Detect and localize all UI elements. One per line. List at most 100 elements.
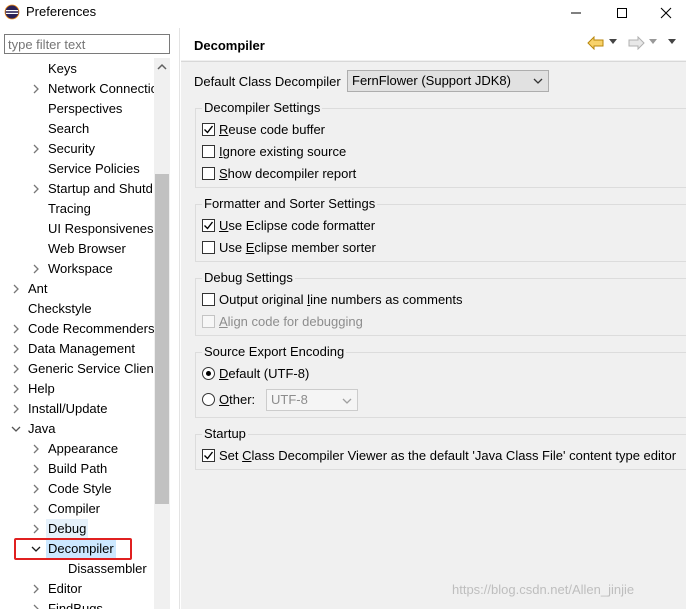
tree-item[interactable]: Debug bbox=[0, 519, 154, 539]
tree-item[interactable]: Service Policies bbox=[0, 159, 154, 179]
checkmark-icon bbox=[204, 221, 214, 230]
chevron-right-icon[interactable] bbox=[30, 503, 42, 515]
checkbox-checked[interactable] bbox=[202, 449, 215, 462]
radio-selected[interactable] bbox=[202, 367, 215, 380]
tree-item-label: FindBugs bbox=[48, 601, 103, 609]
forward-menu-chevron-down-icon[interactable] bbox=[649, 39, 657, 45]
chevron-down-icon bbox=[342, 398, 352, 404]
tree-item-label: Perspectives bbox=[48, 101, 123, 116]
forward-arrow-icon[interactable] bbox=[627, 36, 645, 50]
tree-item[interactable]: Code Style bbox=[0, 479, 154, 499]
tree-item[interactable]: Data Management bbox=[0, 339, 154, 359]
chevron-right-icon[interactable] bbox=[30, 483, 42, 495]
group-title: Formatter and Sorter Settings bbox=[202, 196, 378, 211]
tree-item[interactable]: Build Path bbox=[0, 459, 154, 479]
other-encoding-select: UTF-8 bbox=[266, 389, 358, 411]
tree-item[interactable]: Disassembler bbox=[0, 559, 154, 579]
source-export-encoding-group: Source Export Encoding Default (UTF-8) O… bbox=[195, 344, 686, 418]
checkbox-unchecked bbox=[202, 315, 215, 328]
tree-item[interactable]: Editor bbox=[0, 579, 154, 599]
tree-item[interactable]: Checkstyle bbox=[0, 299, 154, 319]
tree-item[interactable]: UI Responsiveness bbox=[0, 219, 154, 239]
pane-splitter[interactable] bbox=[179, 28, 180, 609]
checkbox-checked[interactable] bbox=[202, 123, 215, 136]
back-arrow-icon[interactable] bbox=[587, 36, 605, 50]
chevron-down-icon bbox=[533, 78, 543, 84]
chevron-right-icon[interactable] bbox=[10, 343, 22, 355]
tree-item-label: Compiler bbox=[48, 501, 101, 516]
filter-input[interactable] bbox=[4, 34, 170, 54]
preference-tree: Keys Network Connectio Perspectives Search S… bbox=[0, 58, 154, 609]
chevron-right-icon[interactable] bbox=[10, 363, 22, 375]
tree-item[interactable]: Code Recommenders bbox=[0, 319, 154, 339]
minimize-icon bbox=[571, 12, 581, 14]
default-encoding-label: Default (UTF-8) bbox=[219, 366, 310, 381]
tree-item[interactable]: Search bbox=[0, 119, 154, 139]
tree-scrollbar[interactable] bbox=[154, 58, 170, 609]
radio-unselected[interactable] bbox=[202, 393, 215, 406]
tree-item[interactable]: Compiler bbox=[0, 499, 154, 519]
scrollbar-thumb[interactable] bbox=[155, 174, 169, 504]
tree-item[interactable]: Help bbox=[0, 379, 154, 399]
tree-item-label: Appearance bbox=[48, 441, 119, 456]
checkbox-checked[interactable] bbox=[202, 219, 215, 232]
chevron-right-icon[interactable] bbox=[30, 583, 42, 595]
tree-item-label: Java bbox=[28, 421, 56, 436]
tree-item[interactable]: Install/Update bbox=[0, 399, 154, 419]
chevron-right-icon[interactable] bbox=[10, 323, 22, 335]
chevron-right-icon[interactable] bbox=[10, 403, 22, 415]
title-bar: Preferences bbox=[0, 0, 686, 26]
checkbox-unchecked[interactable] bbox=[202, 145, 215, 158]
default-decompiler-label: Default Class Decompiler bbox=[194, 74, 341, 89]
tree-item[interactable]: Perspectives bbox=[0, 99, 154, 119]
chevron-right-icon[interactable] bbox=[30, 183, 42, 195]
option-label: Ignore existing source bbox=[219, 144, 347, 159]
back-menu-chevron-down-icon[interactable] bbox=[609, 39, 617, 45]
default-viewer-label: Set Class Decompiler Viewer as the defau… bbox=[219, 448, 677, 463]
tree-item[interactable]: Appearance bbox=[0, 439, 154, 459]
checkbox-unchecked[interactable] bbox=[202, 167, 215, 180]
tree-item-label: Code Style bbox=[48, 481, 112, 496]
tree-item[interactable]: Network Connectio bbox=[0, 79, 154, 99]
chevron-right-icon[interactable] bbox=[10, 283, 22, 295]
view-menu-chevron-down-icon[interactable] bbox=[668, 39, 676, 45]
chevron-right-icon[interactable] bbox=[30, 263, 42, 275]
maximize-button[interactable] bbox=[600, 0, 644, 26]
tree-item-label: Web Browser bbox=[48, 241, 126, 256]
page-title: Decompiler bbox=[194, 38, 265, 53]
checkbox-unchecked[interactable] bbox=[202, 293, 215, 306]
tree-item[interactable]: Tracing bbox=[0, 199, 154, 219]
close-button[interactable] bbox=[644, 0, 686, 26]
tree-item[interactable]: Java bbox=[0, 419, 154, 439]
tree-item[interactable]: Web Browser bbox=[0, 239, 154, 259]
chevron-right-icon[interactable] bbox=[10, 383, 22, 395]
tree-item-label: Debug bbox=[46, 519, 89, 539]
tree-item[interactable]: Keys bbox=[0, 59, 154, 79]
formatter-sorter-group: Formatter and Sorter Settings Use Eclips… bbox=[195, 196, 686, 262]
tree-item[interactable]: Workspace bbox=[0, 259, 154, 279]
chevron-right-icon[interactable] bbox=[30, 523, 42, 535]
other-encoding-label: Other: bbox=[219, 392, 256, 407]
chevron-down-icon[interactable] bbox=[10, 423, 22, 435]
chevron-right-icon[interactable] bbox=[30, 443, 42, 455]
default-decompiler-select[interactable]: FernFlower (Support JDK8) bbox=[347, 70, 549, 92]
tree-item-label: Workspace bbox=[48, 261, 113, 276]
tree-item[interactable]: Ant bbox=[0, 279, 154, 299]
tree-item[interactable]: Security bbox=[0, 139, 154, 159]
chevron-right-icon[interactable] bbox=[30, 463, 42, 475]
tree-item-label: Service Policies bbox=[48, 161, 140, 176]
tree-item[interactable]: Startup and Shutd bbox=[0, 179, 154, 199]
checkbox-unchecked[interactable] bbox=[202, 241, 215, 254]
chevron-right-icon[interactable] bbox=[30, 143, 42, 155]
tree-item-label: Code Recommenders bbox=[28, 321, 154, 336]
scroll-up-arrow-icon[interactable] bbox=[157, 62, 167, 70]
option-label: Output original line numbers as comments bbox=[219, 292, 463, 307]
checkmark-icon bbox=[204, 125, 214, 134]
option-label: Show decompiler report bbox=[219, 166, 357, 181]
tree-item[interactable]: Generic Service Client bbox=[0, 359, 154, 379]
minimize-button[interactable] bbox=[554, 0, 598, 26]
other-encoding-value: UTF-8 bbox=[271, 392, 308, 407]
chevron-right-icon[interactable] bbox=[30, 83, 42, 95]
tree-item[interactable]: FindBugs bbox=[0, 599, 154, 609]
chevron-right-icon[interactable] bbox=[30, 603, 42, 609]
